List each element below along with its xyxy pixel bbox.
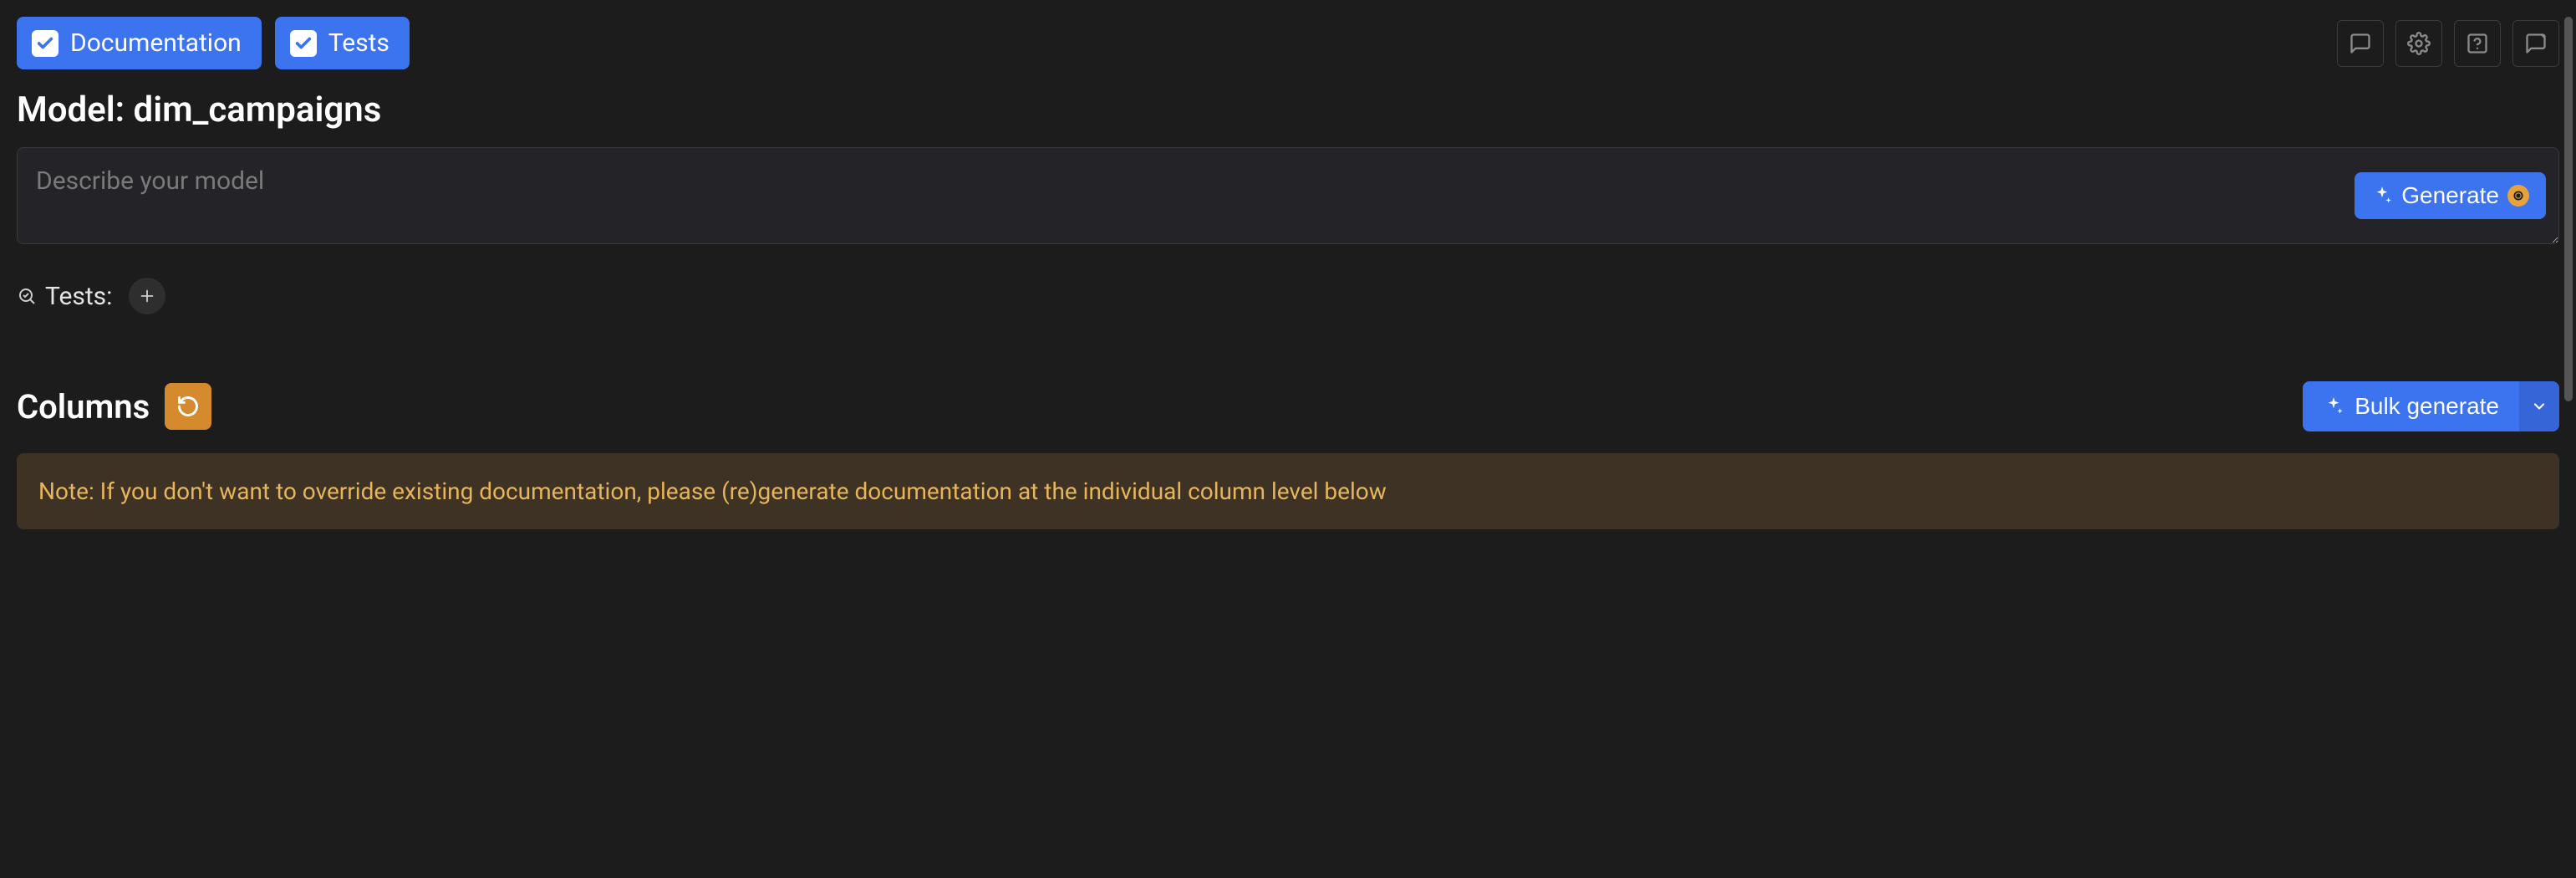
documentation-chip[interactable]: Documentation — [17, 17, 262, 69]
model-heading: Model: dim_campaigns — [17, 89, 2559, 130]
top-actions — [2337, 20, 2559, 67]
comment-icon — [2349, 32, 2372, 55]
settings-button[interactable] — [2395, 20, 2442, 67]
check-icon — [32, 30, 59, 57]
refresh-icon — [176, 395, 200, 418]
chevron-down-icon — [2531, 398, 2548, 415]
generate-button[interactable]: Generate — [2355, 172, 2546, 219]
refresh-columns-button[interactable] — [165, 383, 211, 430]
top-row: Documentation Tests — [17, 17, 2559, 69]
columns-left: Columns — [17, 383, 211, 430]
columns-heading: Columns — [17, 387, 150, 426]
bulk-generate-group: Bulk generate — [2303, 381, 2559, 431]
tests-chip[interactable]: Tests — [275, 17, 410, 69]
help-button[interactable] — [2454, 20, 2501, 67]
description-row: Generate — [17, 147, 2559, 244]
documentation-chip-label: Documentation — [70, 28, 242, 58]
add-test-button[interactable] — [129, 278, 165, 314]
tests-check-icon — [17, 286, 37, 306]
warning-text: Note: If you don't want to override exis… — [38, 477, 1387, 505]
feedback-icon — [2524, 32, 2548, 55]
plus-icon — [138, 287, 156, 305]
tests-chip-label: Tests — [328, 28, 389, 58]
tests-row: Tests: — [17, 278, 2559, 314]
model-description-input[interactable] — [17, 147, 2559, 244]
bulk-generate-label: Bulk generate — [2355, 393, 2499, 420]
preview-badge-icon — [2507, 185, 2529, 207]
feedback-button[interactable] — [2512, 20, 2559, 67]
gear-icon — [2407, 32, 2431, 55]
comment-button[interactable] — [2337, 20, 2384, 67]
scrollbar[interactable] — [2564, 17, 2573, 401]
bulk-generate-button[interactable]: Bulk generate — [2303, 381, 2519, 431]
bulk-generate-dropdown[interactable] — [2519, 381, 2559, 431]
sparkle-icon — [2371, 185, 2393, 207]
help-icon — [2466, 32, 2489, 55]
chips-container: Documentation Tests — [17, 17, 410, 69]
warning-banner: Note: If you don't want to override exis… — [17, 453, 2559, 529]
generate-button-label: Generate — [2401, 182, 2499, 209]
sparkle-icon — [2323, 396, 2344, 417]
tests-label: Tests: — [45, 282, 112, 311]
columns-header-row: Columns Bulk generate — [17, 381, 2559, 431]
check-icon — [290, 30, 317, 57]
